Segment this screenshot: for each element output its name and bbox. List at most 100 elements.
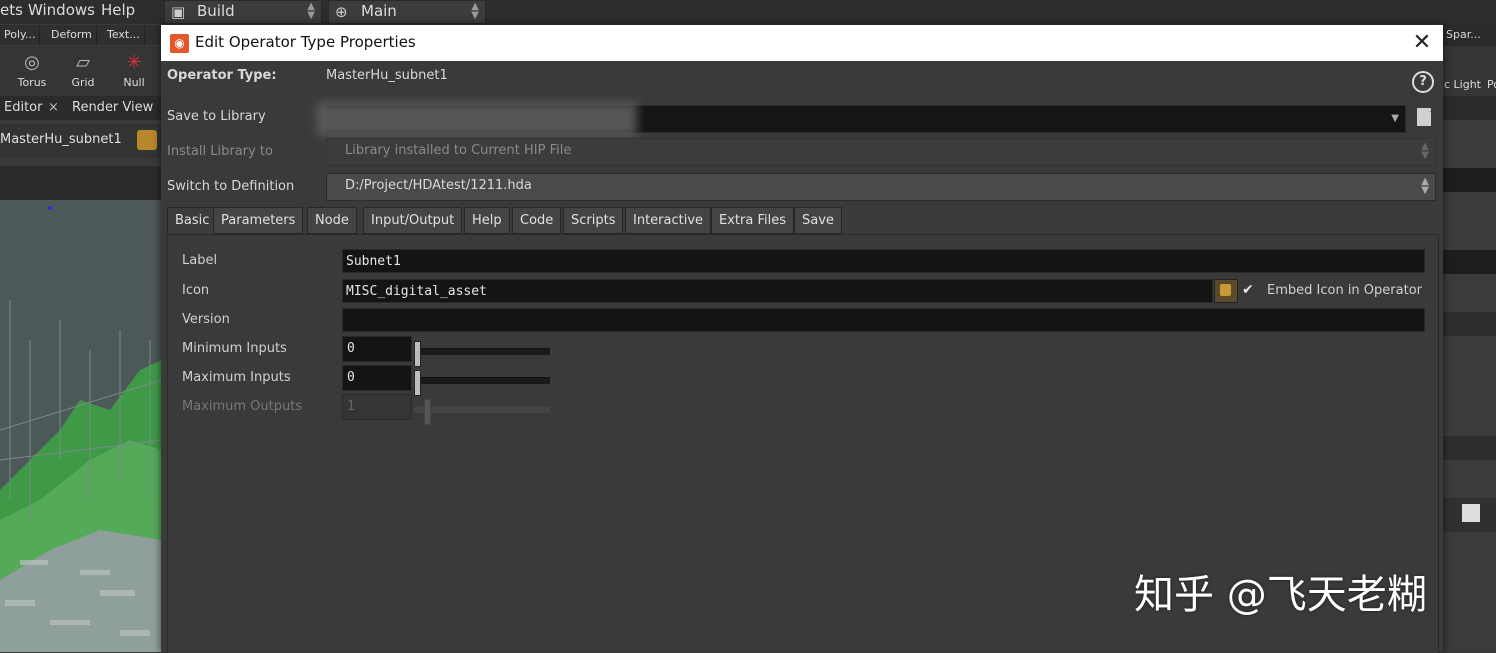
right-field	[1442, 250, 1496, 274]
icon-field-label: Icon	[182, 283, 210, 298]
hda-icon	[137, 130, 157, 150]
terrain-view	[0, 200, 162, 652]
grid-icon: ▱	[76, 52, 90, 73]
version-field-label: Version	[182, 312, 230, 327]
right-shelf-tools: c Light Po	[1442, 46, 1496, 96]
pane-selector[interactable]: ⊕ Main ▲ ▼	[328, 0, 486, 24]
menu-item-help[interactable]: Help	[101, 1, 135, 19]
max-inputs-field[interactable]: 0	[342, 365, 412, 391]
min-inputs-field[interactable]: 0	[342, 336, 412, 362]
viewport[interactable]	[0, 200, 162, 652]
spinner-icon: ▲ ▼	[471, 1, 479, 21]
tool-light[interactable]: c Light	[1444, 78, 1481, 91]
layout-icon: ▣	[171, 3, 186, 21]
right-shelf-tabs: Spar...	[1442, 24, 1496, 46]
tab-basic[interactable]: Basic	[167, 207, 218, 234]
max-inputs-label: Maximum Inputs	[182, 370, 291, 385]
right-pane-tabs	[1442, 96, 1496, 120]
color-grid-icon[interactable]	[1462, 504, 1480, 522]
switch-definition-label: Switch to Definition	[167, 179, 295, 194]
close-icon[interactable]: ×	[44, 96, 63, 120]
houdini-logo-icon: ◉	[170, 34, 189, 53]
menu-item-assets[interactable]: ets	[0, 1, 23, 19]
spinner-icon: ▲ ▼	[1421, 141, 1429, 161]
desktop-label: Build	[197, 2, 235, 20]
edit-operator-type-dialog: ◉ Edit Operator Type Properties ✕ Operat…	[161, 25, 1443, 653]
switch-definition-select[interactable]: D:/Project/HDAtest/1211.hda ▲ ▼	[326, 173, 1436, 201]
shelf-tools: ◎ Torus ▱ Grid ✳ Null	[0, 46, 162, 96]
target-icon: ⊕	[335, 3, 348, 21]
install-library-select: Library installed to Current HIP File ▲ ▼	[326, 138, 1436, 166]
shelf-tab-deform[interactable]: Deform	[47, 25, 97, 45]
slider-handle[interactable]	[414, 341, 421, 367]
close-button[interactable]: ✕	[1407, 28, 1437, 58]
choose-icon-button[interactable]	[1214, 279, 1238, 303]
tab-interactive[interactable]: Interactive	[625, 207, 712, 234]
tab-help[interactable]: Help	[464, 207, 510, 234]
null-icon: ✳	[126, 52, 142, 73]
min-inputs-label: Minimum Inputs	[182, 341, 287, 356]
shelf-tab-text[interactable]: Text...	[103, 25, 145, 45]
path-bar: MasterHu_subnet1	[0, 124, 162, 158]
shelf-tab-poly[interactable]: Poly...	[0, 25, 41, 45]
max-inputs-slider[interactable]	[414, 370, 550, 396]
file-browse-icon[interactable]	[1417, 106, 1435, 126]
max-outputs-slider	[414, 399, 550, 425]
menu-item-windows[interactable]: Windows	[28, 1, 95, 19]
save-to-library-label: Save to Library	[167, 109, 266, 124]
tab-code[interactable]: Code	[512, 207, 562, 234]
tab-scripts[interactable]: Scripts	[563, 207, 624, 234]
min-inputs-slider[interactable]	[414, 341, 550, 367]
slider-handle[interactable]	[414, 370, 421, 396]
viewport-toolbar	[0, 166, 162, 200]
tool-torus[interactable]: ◎ Torus	[10, 50, 54, 89]
shelf-tabs: Poly... Deform Text...	[0, 25, 162, 45]
tab-render-view[interactable]: Render View	[68, 96, 157, 120]
dialog-title-bar[interactable]: ◉ Edit Operator Type Properties ✕	[161, 25, 1443, 61]
operator-type-value: MasterHu_subnet1	[326, 68, 448, 83]
torus-icon: ◎	[24, 52, 40, 73]
spinner-icon: ▲ ▼	[307, 1, 315, 21]
save-to-library-field[interactable]: ▼	[317, 102, 1406, 136]
right-field	[1442, 312, 1496, 336]
label-field-label: Label	[182, 253, 218, 268]
pane-label: Main	[361, 2, 397, 20]
tab-parameters[interactable]: Parameters	[213, 207, 304, 234]
max-outputs-field: 1	[342, 394, 412, 420]
version-input[interactable]	[342, 308, 1425, 332]
operator-type-label: Operator Type:	[167, 68, 277, 83]
dialog-title: Edit Operator Type Properties	[195, 33, 416, 51]
tab-network-editor[interactable]: Editor	[0, 96, 46, 120]
spinner-icon: ▲ ▼	[1421, 176, 1429, 196]
tool-grid[interactable]: ▱ Grid	[61, 50, 105, 89]
slider-handle	[424, 399, 431, 425]
help-button[interactable]: ?	[1412, 71, 1434, 93]
tool-label: Torus	[17, 76, 47, 89]
install-library-label: Install Library to	[167, 144, 273, 159]
tab-extra-files[interactable]: Extra Files	[711, 207, 794, 234]
tab-input-output[interactable]: Input/Output	[363, 207, 463, 234]
embed-icon-label: Embed Icon in Operator	[1267, 283, 1422, 298]
menu-bar: ets Windows Help ▣ Build ▲ ▼ ⊕ Main ▲ ▼	[0, 0, 1496, 24]
shelf-tab-sparse[interactable]: Spar...	[1446, 28, 1481, 41]
desktop-selector[interactable]: ▣ Build ▲ ▼	[164, 0, 322, 24]
install-library-value: Library installed to Current HIP File	[345, 143, 572, 158]
tab-node[interactable]: Node	[307, 207, 357, 234]
tool-label: Null	[123, 76, 145, 89]
right-toolbar	[1442, 498, 1496, 532]
tool-null[interactable]: ✳ Null	[112, 50, 156, 89]
path-node[interactable]: MasterHu_subnet1	[0, 132, 122, 147]
tab-save[interactable]: Save	[794, 207, 842, 234]
pane-tabs: Editor × Render View	[0, 96, 162, 120]
icon-input[interactable]: MISC_digital_asset	[342, 279, 1213, 303]
right-field	[1442, 436, 1496, 460]
redacted-path	[317, 102, 637, 136]
switch-definition-value: D:/Project/HDAtest/1211.hda	[345, 178, 532, 193]
embed-icon-checkbox[interactable]: ✔	[1242, 282, 1258, 298]
right-field	[1442, 168, 1496, 192]
tool-point-light[interactable]: Po	[1487, 78, 1496, 91]
tool-label: Grid	[71, 76, 95, 89]
watermark: 知乎 @飞天老糊	[1134, 572, 1427, 618]
label-input[interactable]: Subnet1	[342, 249, 1425, 273]
dropdown-arrow-icon[interactable]: ▼	[1391, 114, 1399, 124]
